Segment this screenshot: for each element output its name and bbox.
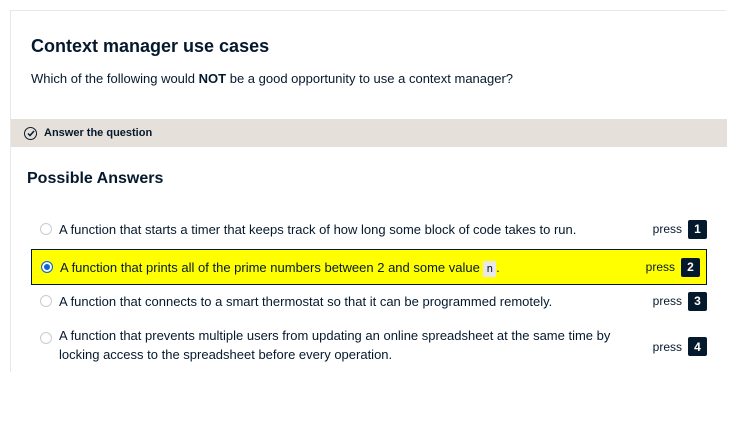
answer-option-2[interactable]: A function that prints all of the prime …	[31, 249, 707, 285]
key-badge-2: 2	[681, 257, 700, 277]
exercise-title: Context manager use cases	[31, 36, 270, 56]
key-badge-3: 3	[688, 291, 707, 311]
answer-text-2-part-1: A function that prints all of the prime …	[60, 259, 484, 275]
answer-text-1: A function that starts a timer that keep…	[59, 221, 577, 237]
answer-text-3: A function that connects to a smart ther…	[59, 293, 553, 309]
keyboard-hint-1: press 1	[652, 219, 707, 239]
instruction-label: Answer the question	[44, 127, 153, 139]
radio-button-2[interactable]	[41, 261, 53, 273]
press-label: press	[652, 294, 682, 308]
press-label: press	[645, 260, 675, 274]
answer-option-3[interactable]: A function that connects to a smart ther…	[31, 290, 707, 312]
key-badge-4: 4	[688, 337, 707, 356]
answer-text-2: A function that prints all of the prime …	[60, 258, 646, 277]
answer-option-1[interactable]: A function that starts a timer that keep…	[31, 218, 707, 240]
check-circle-icon	[24, 126, 37, 140]
keyboard-hint-3: press 3	[652, 291, 707, 311]
keyboard-hint-2: press 2	[645, 257, 700, 277]
question-part-2: be a good opportunity to use a context m…	[226, 71, 514, 86]
radio-button-1[interactable]	[40, 223, 52, 235]
key-badge-1: 1	[688, 219, 707, 239]
possible-answers-heading: Possible Answers	[27, 170, 164, 187]
radio-button-4[interactable]	[40, 332, 52, 344]
answer-text-4: A function that prevents multiple users …	[59, 328, 611, 362]
instruction-bar: Answer the question	[11, 119, 727, 147]
question-emphasis: NOT	[198, 71, 227, 86]
inline-code-n: n	[483, 260, 497, 277]
press-label: press	[652, 222, 682, 236]
answer-option-4[interactable]: A function that prevents multiple users …	[31, 326, 707, 366]
question-text: Which of the following would NOT be a go…	[31, 71, 513, 86]
exercise-panel: Context manager use cases Which of the f…	[10, 10, 727, 372]
radio-button-3[interactable]	[40, 295, 52, 307]
press-label: press	[652, 339, 682, 354]
question-part-1: Which of the following would	[31, 71, 199, 86]
answer-text-2-part-2: .	[496, 259, 500, 275]
keyboard-hint-4: press 4	[653, 337, 707, 356]
